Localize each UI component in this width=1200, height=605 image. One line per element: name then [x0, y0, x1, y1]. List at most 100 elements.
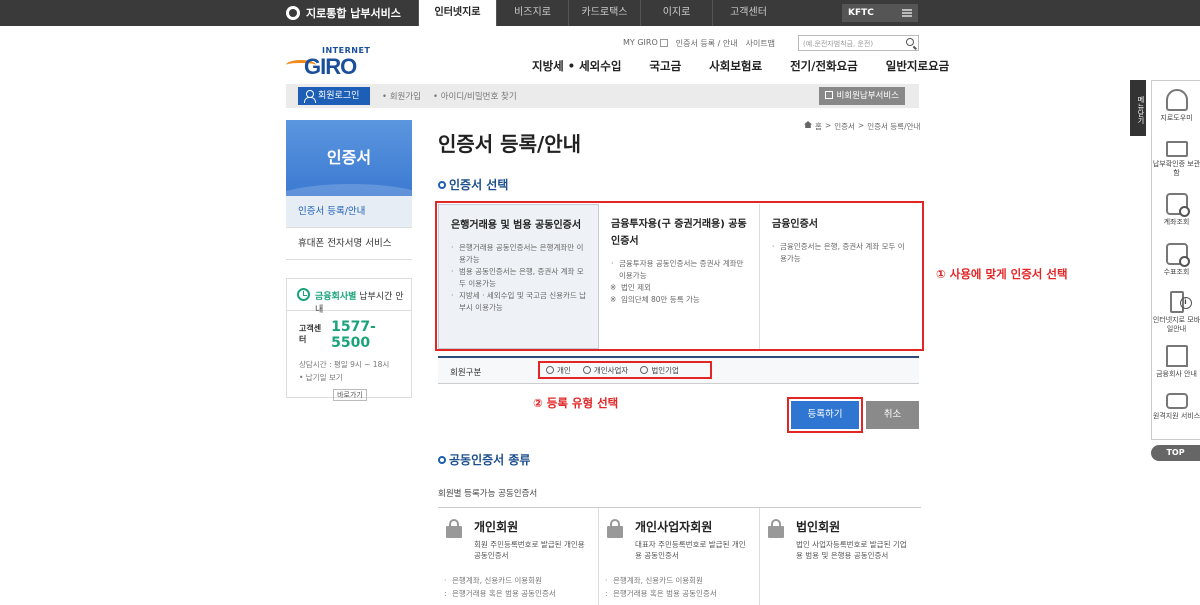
- menu-close-toggle[interactable]: 메뉴닫기: [1130, 80, 1146, 136]
- info-box: 금융회사별 납부시간 안내 고객센터 1577-5500 상담시간 : 평일 9…: [286, 278, 412, 401]
- member-type-label: 회원구분: [450, 368, 482, 378]
- nonmember-payment-button[interactable]: 비회원납부서비스: [819, 87, 905, 105]
- annotation-highlight-cards: [435, 201, 924, 351]
- globe-icon: [286, 6, 300, 20]
- due-date-link[interactable]: • 납기일 보기: [287, 370, 411, 383]
- find-id-link[interactable]: • 아이디/비밀번호 찾기: [433, 90, 517, 102]
- section-title-cert-types: 공동인증서 종류: [438, 451, 530, 468]
- lnb-item-cert-register[interactable]: 인증서 등록/안내: [286, 196, 412, 228]
- quick-item-label: 지로도우미: [1160, 114, 1193, 122]
- remote-support-icon: [1165, 393, 1188, 409]
- member-card-item: 은행거래용 혹은 범용 공동인증서: [605, 587, 717, 600]
- tab-customer-center[interactable]: 고객센터: [712, 0, 784, 26]
- tab-easy-giro[interactable]: 이지로: [640, 0, 712, 26]
- lnb-title: 인증서: [286, 120, 412, 196]
- quick-item-account-lookup[interactable]: 계좌조회: [1152, 193, 1200, 227]
- member-card-item: 은행거래용 혹은 범용 공동인증서: [444, 587, 556, 600]
- join-link[interactable]: • 회원가입: [382, 90, 421, 102]
- mygiro-link[interactable]: MY GIRO: [623, 38, 668, 49]
- login-label: 회원로그인: [318, 91, 360, 101]
- nonmember-label: 비회원납부서비스: [836, 91, 899, 101]
- page-title: 인증서 등록/안내: [438, 132, 582, 156]
- login-links: • 회원가입 • 아이디/비밀번호 찾기: [382, 90, 517, 102]
- search-placeholder: (예.운전자범칙금, 운전): [803, 40, 874, 48]
- lnb-item-mobile-sign[interactable]: 휴대폰 전자서명 서비스: [286, 228, 412, 260]
- utility-links: MY GIRO 인증서 등록 / 안내 사이트맵: [623, 38, 775, 49]
- member-cert-cards: 개인회원 회원 주민등록번호로 발급된 개인용 공동인증서 은행계좌, 신용카드…: [438, 507, 921, 605]
- member-card-title: 개인회원: [474, 520, 519, 534]
- search-receipt-icon: [1165, 243, 1190, 267]
- search-input[interactable]: (예.운전자범칙금, 운전): [798, 35, 919, 51]
- home-icon[interactable]: [804, 121, 812, 128]
- payment-time-em: 금융회사별: [315, 292, 357, 302]
- nav-electric-phone[interactable]: 전기/전화요금: [790, 58, 858, 74]
- menu-icon: [902, 9, 912, 17]
- member-card-item: 은행계좌, 신용카드 이용회원: [444, 574, 556, 587]
- quick-item-label: 납부확인증 보관함: [1152, 160, 1200, 177]
- quick-item-label: 원격지원 서비스: [1152, 412, 1200, 420]
- section-title-text: 인증서 선택: [449, 178, 509, 192]
- nav-local-tax[interactable]: 지방세 • 세외수입: [532, 58, 621, 74]
- shortcut-button[interactable]: 바로가기: [333, 389, 367, 401]
- annotation-highlight-register: [787, 397, 863, 433]
- nav-general-giro[interactable]: 일반지로요금: [886, 58, 949, 74]
- search-icon[interactable]: [906, 38, 914, 46]
- quick-item-giro-helper[interactable]: 지로도우미: [1152, 89, 1200, 123]
- top-bar: 지로통합 납부서비스 인터넷지로 비즈지로 카드로택스 이지로 고객센터 KFT…: [0, 0, 1200, 26]
- kftc-label: KFTC: [848, 8, 874, 18]
- member-card-sole-proprietor: 개인사업자회원 대표자 주민등록번호로 발급된 개인용 공동인증서 은행계좌, …: [599, 508, 760, 605]
- member-login-button[interactable]: 회원로그인: [298, 87, 370, 105]
- kftc-menu-button[interactable]: KFTC: [842, 4, 918, 22]
- member-card-title: 법인회원: [796, 520, 841, 534]
- breadcrumb-sep: >: [857, 121, 865, 130]
- breadcrumb-cert[interactable]: 인증서: [834, 121, 855, 132]
- member-cert-subhead: 회원별 등록가능 공동인증서: [438, 489, 538, 499]
- login-bar: 회원로그인 • 회원가입 • 아이디/비밀번호 찾기 비회원납부서비스: [286, 84, 919, 108]
- lock-icon: [446, 519, 462, 538]
- quick-item-bank-guide[interactable]: 금융회사 안내: [1152, 345, 1200, 379]
- logo-giro-text: GIRO: [304, 54, 357, 79]
- quick-menu: 지로도우미 납부확인증 보관함 계좌조회 수표조회 인터넷지로 모바일안내 금융…: [1151, 80, 1200, 440]
- breadcrumb-current: 인증서 등록/안내: [867, 122, 921, 131]
- breadcrumb: 홈 > 인증서 > 인증서 등록/안내: [804, 121, 920, 132]
- nav-social-insurance[interactable]: 사회보험료: [709, 58, 762, 74]
- breadcrumb-home[interactable]: 홈: [815, 121, 822, 132]
- payment-time-link[interactable]: 금융회사별 납부시간 안내: [287, 279, 411, 315]
- sitemap-link[interactable]: 사이트맵: [746, 38, 775, 49]
- tab-biz-giro[interactable]: 비즈지로: [496, 0, 568, 26]
- member-card-desc: 회원 주민등록번호로 발급된 개인용 공동인증서: [474, 540, 585, 560]
- nav-national-treasury[interactable]: 국고금: [649, 58, 681, 74]
- section-title-cert-select: 인증서 선택: [438, 176, 508, 193]
- tab-internet-giro[interactable]: 인터넷지로: [418, 0, 496, 26]
- scroll-top-button[interactable]: TOP: [1151, 445, 1200, 461]
- annotation-highlight-radios: [538, 361, 712, 379]
- lock-icon: [768, 519, 784, 538]
- lock-icon: [607, 519, 623, 538]
- headset-icon: [1165, 89, 1188, 111]
- bullet-ring-icon: [438, 181, 446, 189]
- quick-item-remote-support[interactable]: 원격지원 서비스: [1152, 389, 1200, 421]
- document-icon: [825, 91, 834, 99]
- mobile-info-icon: [1169, 291, 1192, 313]
- cancel-button[interactable]: 취소: [866, 401, 919, 429]
- topbar-tabs: 인터넷지로 비즈지로 카드로택스 이지로 고객센터: [418, 0, 784, 26]
- folder-icon: [1165, 141, 1188, 157]
- quick-item-check-lookup[interactable]: 수표조회: [1152, 243, 1200, 277]
- clock-icon: [297, 288, 310, 301]
- quick-item-label: 인터넷지로 모바일안내: [1152, 316, 1200, 333]
- cert-link[interactable]: 인증서 등록 / 안내: [676, 38, 738, 49]
- quick-item-receipt-box[interactable]: 납부확인증 보관함: [1152, 137, 1200, 178]
- topbar-brand[interactable]: 지로통합 납부서비스: [286, 5, 401, 21]
- cc-hours: 상담시간 : 평일 9시 ~ 18시: [299, 360, 390, 369]
- quick-item-mobile-guide[interactable]: 인터넷지로 모바일안내: [1152, 291, 1200, 334]
- dropdown-icon: [659, 38, 668, 47]
- main-nav: 지방세 • 세외수입 국고금 사회보험료 전기/전화요금 일반지로요금: [532, 58, 949, 74]
- quick-item-label: 수표조회: [1163, 268, 1190, 276]
- tab-card-tax[interactable]: 카드로택스: [568, 0, 640, 26]
- member-card-title: 개인사업자회원: [635, 520, 713, 534]
- quick-item-label: 계좌조회: [1163, 218, 1190, 226]
- quick-item-label: 금융회사 안내: [1156, 370, 1197, 378]
- search-doc-icon: [1165, 193, 1190, 217]
- section-title-text: 공동인증서 종류: [449, 453, 531, 467]
- member-card-item: 은행계좌, 신용카드 이용회원: [605, 574, 717, 587]
